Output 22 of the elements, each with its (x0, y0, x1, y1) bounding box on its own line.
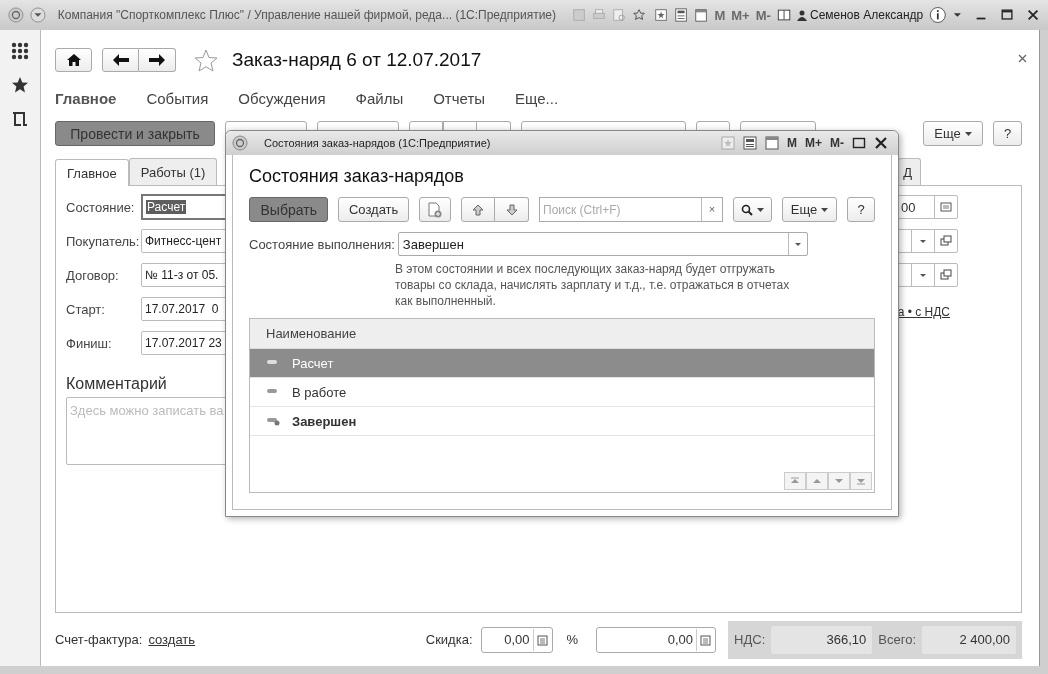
vat-value: 366,10 (771, 625, 873, 654)
comment-label: Комментарий (66, 375, 167, 393)
state-name: Завершен (292, 413, 357, 429)
window-title: Компания "Спорткомплекс Плюс" / Управление нашей фирмой, реда... (1С:Предприятие) (57, 8, 556, 22)
document-title: Заказ-наряд 6 от 12.07.2017 (232, 49, 482, 71)
filter-label: Состояние выполнения: (249, 236, 395, 252)
field-label: Состояние: (66, 199, 136, 215)
total-value: 2 400,00 (922, 625, 1016, 654)
state-name: В работе (292, 384, 347, 400)
field-label: Договор: (66, 267, 120, 283)
discount-label: Скидка: (425, 632, 473, 647)
field-label: Финиш: (66, 335, 113, 351)
percent-label: % (566, 632, 579, 647)
total-label: Всего: (878, 632, 916, 647)
field-label: Старт: (66, 301, 106, 317)
hint-text: В этом состоянии и всех последующих заказ-наряд будет отгружать товары со склада, начислять зарплату и т.д., т.е. отражаться в отчетах как выполненный. (395, 261, 791, 309)
dialog-heading: Состояния заказ-нарядов (249, 166, 465, 187)
invoice-label: Счет-фактура: (55, 632, 143, 647)
dialog-title: Состояния заказ-нарядов (1С:Предприятие) (264, 137, 491, 149)
field-label: Покупатель: (66, 233, 141, 249)
state-name: Расчет (292, 355, 334, 371)
vat-label: НДС: (734, 632, 766, 647)
